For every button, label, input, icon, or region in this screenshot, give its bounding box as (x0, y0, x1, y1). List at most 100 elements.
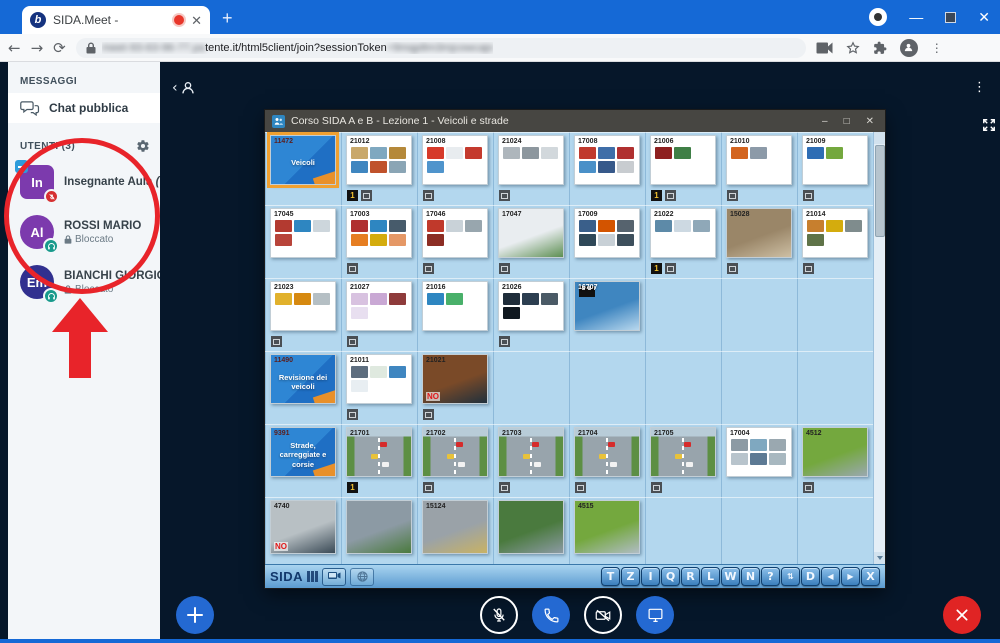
toolbar-button-W[interactable]: W (721, 567, 740, 586)
slide-thumbnail-15028[interactable]: 15028 (726, 208, 792, 258)
fullscreen-icon[interactable] (982, 118, 996, 132)
slide-thumbnail[interactable] (498, 500, 564, 554)
slide-thumbnail-21026[interactable]: 21026 (498, 281, 564, 331)
audio-phone-button[interactable] (532, 596, 570, 634)
course-close-button[interactable]: ✕ (866, 116, 874, 127)
camera-off-icon (594, 608, 612, 623)
videocam-icon[interactable] (816, 42, 833, 54)
reload-button[interactable]: ⟳ (53, 39, 66, 57)
projector-screen-button[interactable] (322, 568, 346, 586)
globe-button[interactable] (350, 568, 374, 586)
toolbar-button-R[interactable]: R (681, 567, 700, 586)
slide-cell: Strade, carreggiate e corsie9391 (265, 424, 341, 497)
url-blurred-prefix: meet-93-63-96-77.pa (102, 42, 205, 54)
slide-thumbnail-17008[interactable]: 17008 (574, 135, 640, 185)
slide-thumbnail-21705[interactable]: 21705 (650, 427, 716, 477)
new-tab-button[interactable]: + (222, 8, 233, 29)
toolbar-button-Z[interactable]: Z (621, 567, 640, 586)
browser-menu-kebab-icon[interactable]: ⋮ (931, 46, 935, 50)
toolbar-button-D[interactable]: D (801, 567, 820, 586)
toolbar-button-I[interactable]: I (641, 567, 660, 586)
slide-thumbnail-11490[interactable]: Revisione dei veicoli11490 (270, 354, 336, 404)
back-button[interactable]: ← (8, 39, 21, 57)
browser-minimize-button[interactable]: — (909, 10, 923, 24)
user-list-item[interactable]: InInsegnante Aula (Tu) (8, 157, 160, 207)
slide-thumbnail-21022[interactable]: 21022 (650, 208, 716, 258)
slide-thumbnail-16707[interactable]: 16707 (574, 281, 640, 331)
toolbar-button-⇅[interactable]: ⇅ (781, 567, 800, 586)
tab-close-icon[interactable]: ✕ (191, 14, 202, 27)
users-settings-gear-icon[interactable] (136, 139, 150, 153)
slide-thumbnail-21704[interactable]: 21704 (574, 427, 640, 477)
slide-thumbnail-21702[interactable]: 21702 (422, 427, 488, 477)
toolbar-button-◀[interactable]: ◀ (821, 567, 840, 586)
toggle-user-list-button[interactable]: ‹ (172, 80, 196, 96)
slide-thumbnail-4512[interactable]: 4512 (802, 427, 868, 477)
slide-thumbnail-21701[interactable]: 21701 (346, 427, 412, 477)
scrollbar-down-icon[interactable] (874, 552, 885, 564)
slide-thumbnail-17003[interactable]: 17003 (346, 208, 412, 258)
browser-toolbar: ← → ⟳ meet-93-63-96-77.patente.it/html5c… (0, 34, 1000, 62)
slide-thumbnail-21011[interactable]: 21011 (346, 354, 412, 404)
star-icon[interactable] (846, 41, 860, 55)
slide-thumbnail-21016[interactable]: 21016 (422, 281, 488, 331)
slide-thumbnail-15124[interactable]: 15124 (422, 500, 488, 554)
toolbar-button-T[interactable]: T (601, 567, 620, 586)
course-maximize-button[interactable]: □ (844, 116, 850, 127)
slide-thumbnail-17004[interactable]: 17004 (726, 427, 792, 477)
toolbar-button-Q[interactable]: Q (661, 567, 680, 586)
user-list-item[interactable]: EmBIANCHI GIORGIOBloccato (8, 257, 160, 307)
slide-thumbnail-21027[interactable]: 21027 (346, 281, 412, 331)
toolbar-button-▶[interactable]: ▶ (841, 567, 860, 586)
slide-thumbnail-21006[interactable]: 21006 (650, 135, 716, 185)
webcam-button[interactable] (584, 596, 622, 634)
profile-avatar-icon[interactable] (900, 39, 918, 57)
browser-maximize-button[interactable] (945, 12, 956, 23)
browser-tab[interactable]: b SIDA.Meet - ✕ (22, 6, 210, 34)
slide-thumbnail-4740[interactable]: NO4740 (270, 500, 336, 554)
toolbar-button-?[interactable]: ? (761, 567, 780, 586)
screen-share-button[interactable] (636, 596, 674, 634)
slide-thumbnail-11472[interactable]: Veicoli11472 (270, 135, 336, 185)
user-list-item[interactable]: AlROSSI MARIOBloccato (8, 207, 160, 257)
extensions-puzzle-icon[interactable] (873, 41, 887, 55)
slide-thumbnail-17047[interactable]: 17047 (498, 208, 564, 258)
public-chat-item[interactable]: Chat pubblica (8, 93, 160, 123)
slide-thumbnail-17045[interactable]: 17045 (270, 208, 336, 258)
mic-muted-icon (490, 606, 508, 624)
media-control-icon[interactable] (869, 8, 887, 26)
slide-thumbnail-9391[interactable]: Strade, carreggiate e corsie9391 (270, 427, 336, 477)
slide-thumbnail-17009[interactable]: 17009 (574, 208, 640, 258)
course-minimize-button[interactable]: – (822, 116, 828, 127)
scrollbar[interactable] (873, 132, 885, 564)
address-bar[interactable]: meet-93-63-96-77.patente.it/html5client/… (76, 38, 806, 58)
slide-thumbnail-21021[interactable]: NO21021 (422, 354, 488, 404)
scrollbar-up-icon[interactable] (874, 132, 885, 144)
course-window-titlebar[interactable]: Corso SIDA A e B - Lezione 1 - Veicoli e… (265, 110, 885, 132)
course-toolbar: SIDA TZIQRLWN?⇅D◀▶X (265, 564, 885, 588)
slide-thumbnail-17046[interactable]: 17046 (422, 208, 488, 258)
toolbar-button-X[interactable]: X (861, 567, 880, 586)
slide-cell: 21703 (493, 424, 569, 497)
slide-cell: 21011 (341, 351, 417, 424)
add-content-button[interactable] (176, 596, 214, 634)
toolbar-button-L[interactable]: L (701, 567, 720, 586)
forward-button[interactable]: → (31, 39, 44, 57)
scrollbar-thumb[interactable] (875, 145, 885, 237)
slide-thumbnail[interactable] (346, 500, 412, 554)
slide-thumbnail-21008[interactable]: 21008 (422, 135, 488, 185)
slide-thumbnail-21009[interactable]: 21009 (802, 135, 868, 185)
leave-meeting-button[interactable] (943, 596, 981, 634)
slide-thumbnail-21703[interactable]: 21703 (498, 427, 564, 477)
toolbar-button-N[interactable]: N (741, 567, 760, 586)
slide-thumbnail-21014[interactable]: 21014 (802, 208, 868, 258)
slide-thumbnail-21024[interactable]: 21024 (498, 135, 564, 185)
slide-thumbnail-21010[interactable]: 21010 (726, 135, 792, 185)
slide-thumbnail-21012[interactable]: 21012 (346, 135, 412, 185)
slide-thumbnail-21023[interactable]: 21023 (270, 281, 336, 331)
slide-cell: 17008 (569, 132, 645, 205)
browser-close-button[interactable]: ✕ (978, 10, 990, 24)
mute-microphone-button[interactable] (480, 596, 518, 634)
slide-thumbnail-4515[interactable]: 4515 (574, 500, 640, 554)
options-kebab-icon[interactable]: ⋮ (973, 84, 978, 89)
